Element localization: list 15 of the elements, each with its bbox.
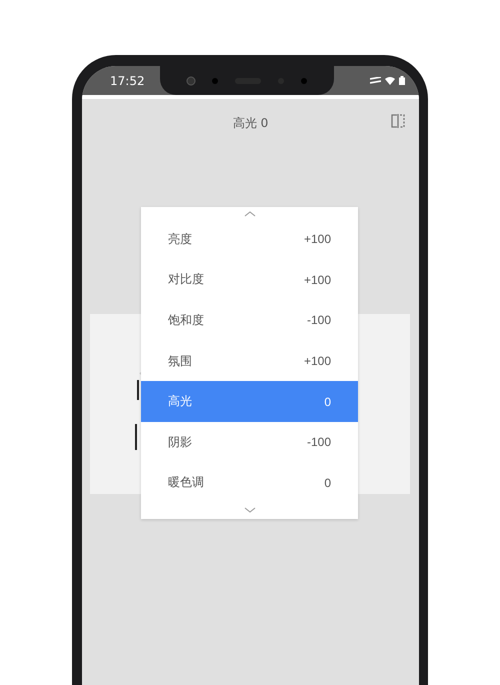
menu-item[interactable]: 暖色调 0 bbox=[141, 462, 358, 504]
menu-item[interactable]: 高光 0 bbox=[141, 381, 358, 422]
menu-item[interactable]: 阴影 -100 bbox=[141, 422, 358, 463]
menu-item[interactable]: 饱和度 -100 bbox=[141, 300, 358, 341]
adjustment-title: 高光 0 bbox=[232, 114, 268, 132]
battery-icon bbox=[399, 76, 405, 85]
caret-down-icon[interactable] bbox=[244, 507, 256, 514]
status-time: 17:52 bbox=[110, 74, 145, 88]
menu-item[interactable]: 亮度 +100 bbox=[141, 219, 358, 260]
menu-item[interactable]: 氛围 +100 bbox=[141, 340, 358, 382]
signal-icon bbox=[370, 77, 381, 84]
caret-up-icon[interactable] bbox=[244, 211, 256, 217]
wifi-icon bbox=[385, 76, 395, 84]
compare-icon[interactable] bbox=[391, 114, 405, 128]
menu-item[interactable]: 对比度 +100 bbox=[141, 260, 358, 300]
